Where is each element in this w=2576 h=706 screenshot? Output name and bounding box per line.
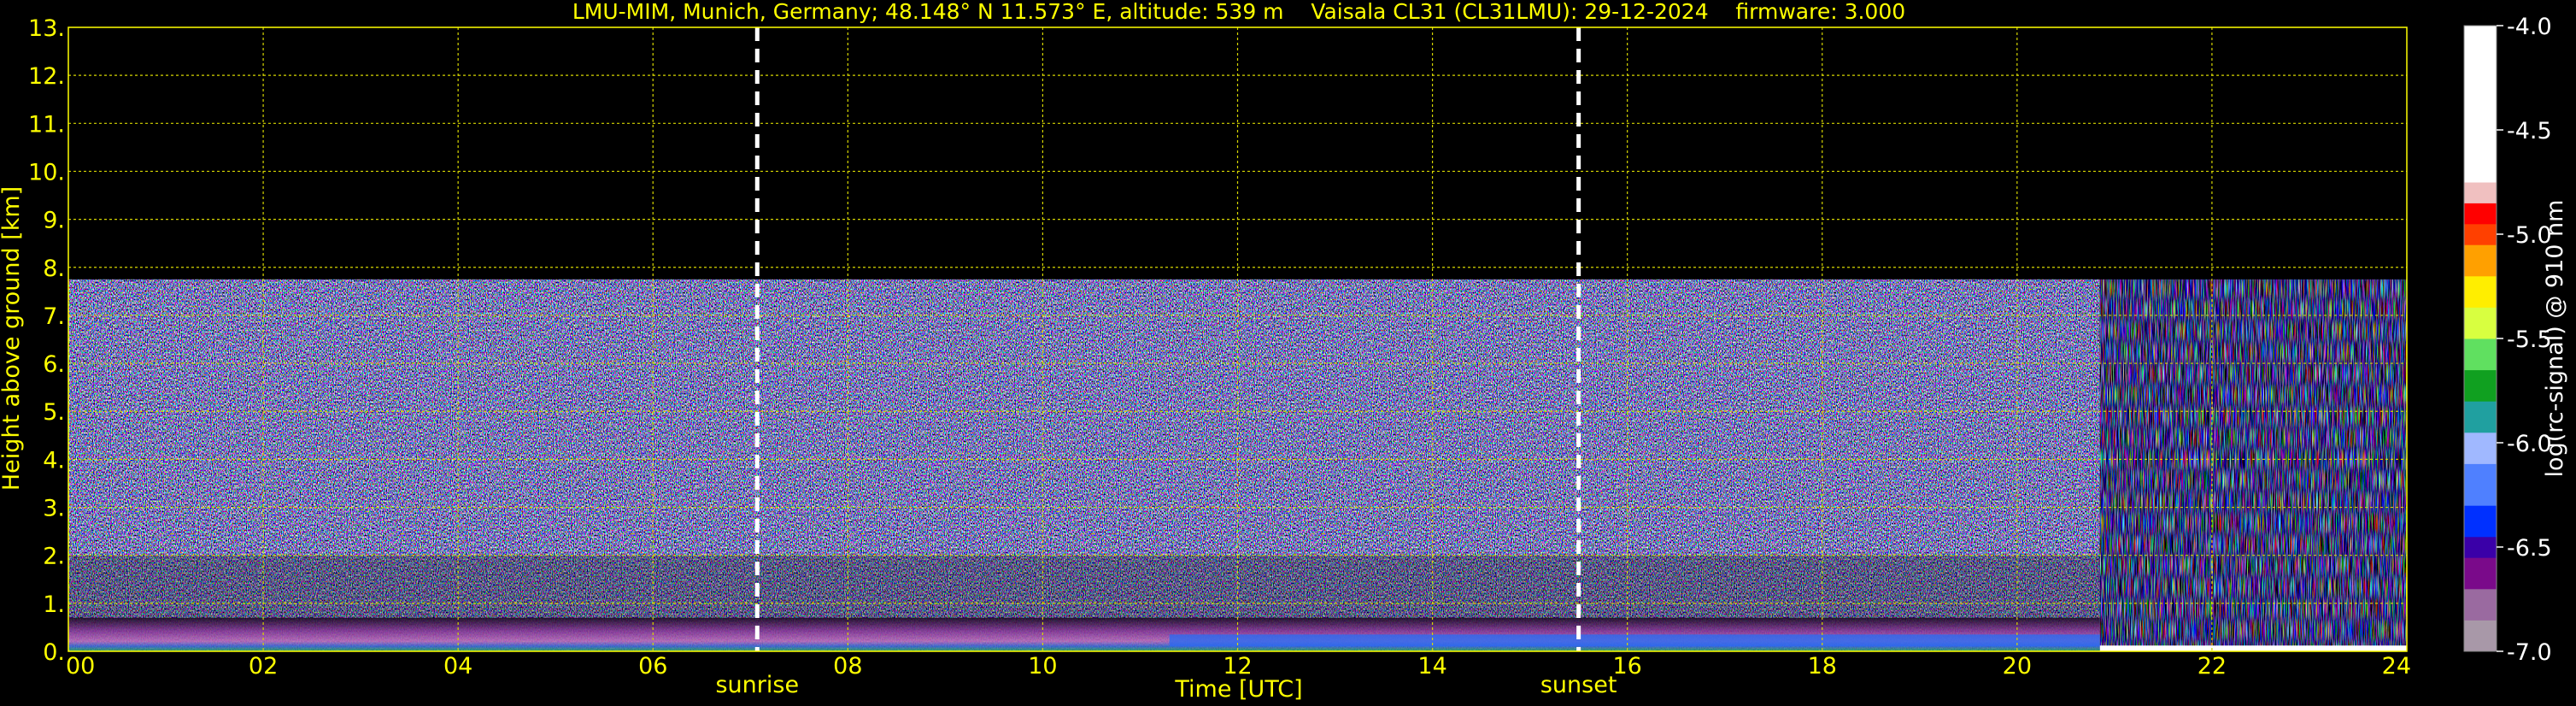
y-tick-label: 2. (43, 544, 65, 570)
colorbar-swatch (2464, 338, 2497, 371)
x-tick-label: 14 (1417, 653, 1446, 680)
x-axis-label: Time [UTC] (1174, 676, 1302, 703)
colorbar-swatch (2464, 401, 2497, 433)
x-tick-label: 02 (249, 653, 278, 680)
y-tick-label: 4. (43, 447, 65, 474)
colorbar-swatch (2464, 275, 2497, 308)
x-tick-label: 22 (2198, 653, 2227, 680)
colorbar-swatch (2464, 557, 2497, 590)
colorbar-label: log(rc-signal) @ 910 nm (2542, 200, 2568, 478)
midday-aerosol-band (1169, 634, 2100, 647)
y-tick-label: 8. (43, 256, 65, 282)
colorbar-swatch (2464, 463, 2497, 506)
colorbar-tick-label: -7.0 (2507, 639, 2552, 666)
colorbar-tick-label: -4.5 (2507, 118, 2552, 144)
y-axis-label: Height above ground [km] (0, 186, 25, 491)
y-tick-label: 3. (43, 496, 65, 522)
colorbar-swatch (2464, 588, 2497, 621)
colorbar-swatch (2464, 182, 2497, 203)
colorbar-swatch (2464, 223, 2497, 245)
x-tick-label: 18 (1808, 653, 1837, 680)
ceilometer-chart: sunrise sunset 00 02 04 06 08 10 12 14 16 18 20 22 24… (0, 0, 2568, 703)
colorbar-swatch (2464, 369, 2497, 402)
colorbar-swatch (2464, 26, 2497, 183)
y-tick-label: 0. (43, 639, 65, 666)
x-tick-label: 04 (443, 653, 472, 680)
x-tick-label: 00 (66, 653, 95, 680)
colorbar-swatch (2464, 307, 2497, 339)
colorbar-swatch (2464, 620, 2497, 652)
y-tick-label: 6. (43, 351, 65, 378)
colorbar: -4.0-4.5-5.0-5.5-6.0-6.5-7.0 log(rc-sign… (2463, 14, 2568, 666)
y-tick-label: 5. (43, 399, 65, 426)
plot-area: sunrise sunset (67, 26, 2408, 698)
y-tick-label: 12. (28, 63, 65, 90)
x-tick-label: 24 (2382, 653, 2411, 680)
colorbar-swatch (2464, 536, 2497, 558)
chart-title: LMU-MIM, Munich, Germany; 48.148° N 11.5… (572, 0, 1905, 24)
y-tick-label: 13. (28, 15, 65, 42)
late-night-surface-band (2099, 645, 2407, 651)
colorbar-tick-label: -6.5 (2507, 535, 2552, 562)
y-tick-label: 10. (28, 159, 65, 185)
x-tick-label: 06 (638, 653, 667, 680)
colorbar-swatch (2464, 203, 2497, 225)
colorbar-swatches (2464, 26, 2497, 652)
colorbar-swatch (2464, 244, 2497, 277)
y-axis-ticks: 0. 1. 2. 3. 4. 5. 6. 7. 8. 9. 10. 11. 12. 13. (28, 15, 65, 666)
colorbar-swatch (2464, 505, 2497, 538)
colorbar-tick-label: -4.0 (2507, 14, 2552, 40)
x-tick-label: 20 (2003, 653, 2032, 680)
sun-marker-label: sunrise (715, 672, 799, 698)
y-tick-label: 11. (28, 111, 65, 138)
y-tick-label: 7. (43, 303, 65, 330)
x-tick-label: 08 (833, 653, 862, 680)
y-tick-label: 9. (43, 208, 65, 234)
colorbar-swatch (2464, 432, 2497, 464)
x-tick-label: 10 (1028, 653, 1057, 680)
sun-marker-label: sunset (1540, 672, 1617, 698)
x-tick-label: 16 (1612, 653, 1641, 680)
y-tick-label: 1. (43, 591, 65, 618)
backscatter-noise-field-late (2099, 279, 2407, 651)
